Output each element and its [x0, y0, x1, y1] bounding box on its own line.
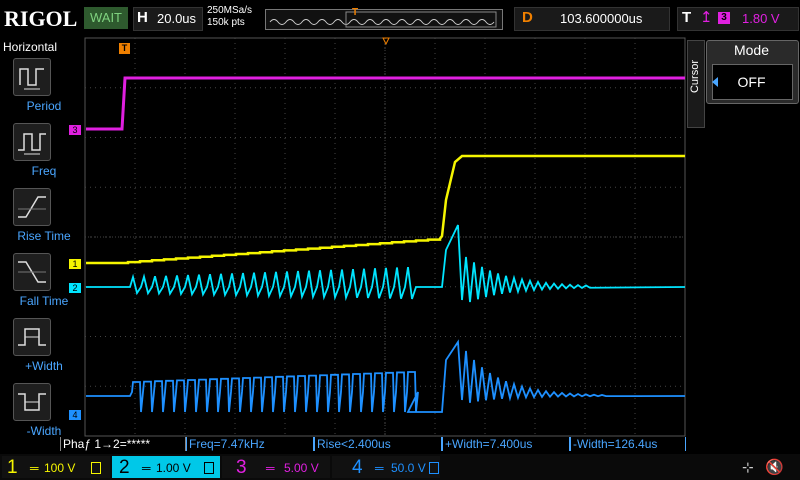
channel-2-coupling: ═: [142, 461, 151, 475]
channel-3-coupling: ═: [266, 461, 275, 475]
channel-3-scale: 5.00 V: [284, 461, 319, 475]
rise-time-label: Rise Time: [17, 229, 71, 243]
pos-width-icon: [18, 328, 46, 346]
freq-icon: [18, 133, 46, 155]
freq-button[interactable]: Freq: [13, 123, 56, 178]
channel-2-scale: 1.00 V: [156, 461, 191, 475]
measurement-pos-width[interactable]: +Width=7.400us: [442, 437, 570, 451]
ch2-marker[interactable]: 2: [69, 283, 81, 293]
neg-width-button[interactable]: -Width: [13, 383, 61, 438]
measurement-freq[interactable]: Freq=7.47kHz: [186, 437, 314, 451]
usb-icon: ⊹: [742, 459, 754, 475]
cursor-mode-label: Mode: [733, 42, 770, 58]
rise-time-icon: [18, 196, 46, 218]
waveform-display[interactable]: [0, 0, 800, 480]
fall-time-label: Fall Time: [19, 294, 69, 308]
ch1-marker[interactable]: 1: [69, 259, 81, 269]
measurement-bar: Phaƒ 1→2=***** Freq=7.47kHz Rise<2.400us…: [60, 437, 686, 453]
channel-1-number: 1: [7, 457, 18, 478]
ch3-marker[interactable]: 3: [69, 125, 81, 135]
channel-4-number: 4: [352, 457, 363, 478]
speaker-muted-icon[interactable]: 🔇: [765, 458, 784, 476]
channel-1-scale: 100 V: [44, 461, 76, 475]
cursor-mode-value: OFF: [737, 74, 766, 90]
cursor-tab-label: Cursor: [689, 60, 701, 94]
pos-width-label: +Width: [25, 359, 63, 373]
period-label: Period: [26, 99, 62, 113]
measurement-neg-width[interactable]: -Width=126.4us: [570, 437, 686, 451]
measurement-phase[interactable]: Phaƒ 1→2=*****: [60, 437, 186, 451]
channel-4-coupling: ═: [375, 461, 384, 475]
ch4-marker[interactable]: 4: [69, 410, 81, 420]
measurement-rise[interactable]: Rise<2.400us: [314, 437, 442, 451]
neg-width-label: -Width: [26, 424, 62, 438]
trigger-position-marker[interactable]: T: [119, 43, 130, 54]
channel-4-bw-icon: [429, 462, 439, 474]
pos-width-button[interactable]: +Width: [13, 318, 63, 373]
period-button[interactable]: Period: [13, 58, 61, 113]
channel-2-bw-icon: [204, 462, 214, 474]
period-icon: [19, 68, 44, 90]
channel-3-number: 3: [236, 457, 247, 478]
channel-4-scale: 50.0 V: [391, 461, 426, 475]
channel-1-coupling: ═: [30, 461, 39, 475]
fall-time-icon: [18, 261, 46, 283]
channel-2-number: 2: [119, 457, 130, 478]
neg-width-icon: [18, 393, 46, 411]
rise-time-button[interactable]: Rise Time: [13, 188, 71, 243]
menu-title: Horizontal: [3, 40, 58, 54]
channel-1-bw-icon: [91, 462, 101, 474]
freq-label: Freq: [31, 164, 57, 178]
fall-time-button[interactable]: Fall Time: [13, 253, 68, 308]
